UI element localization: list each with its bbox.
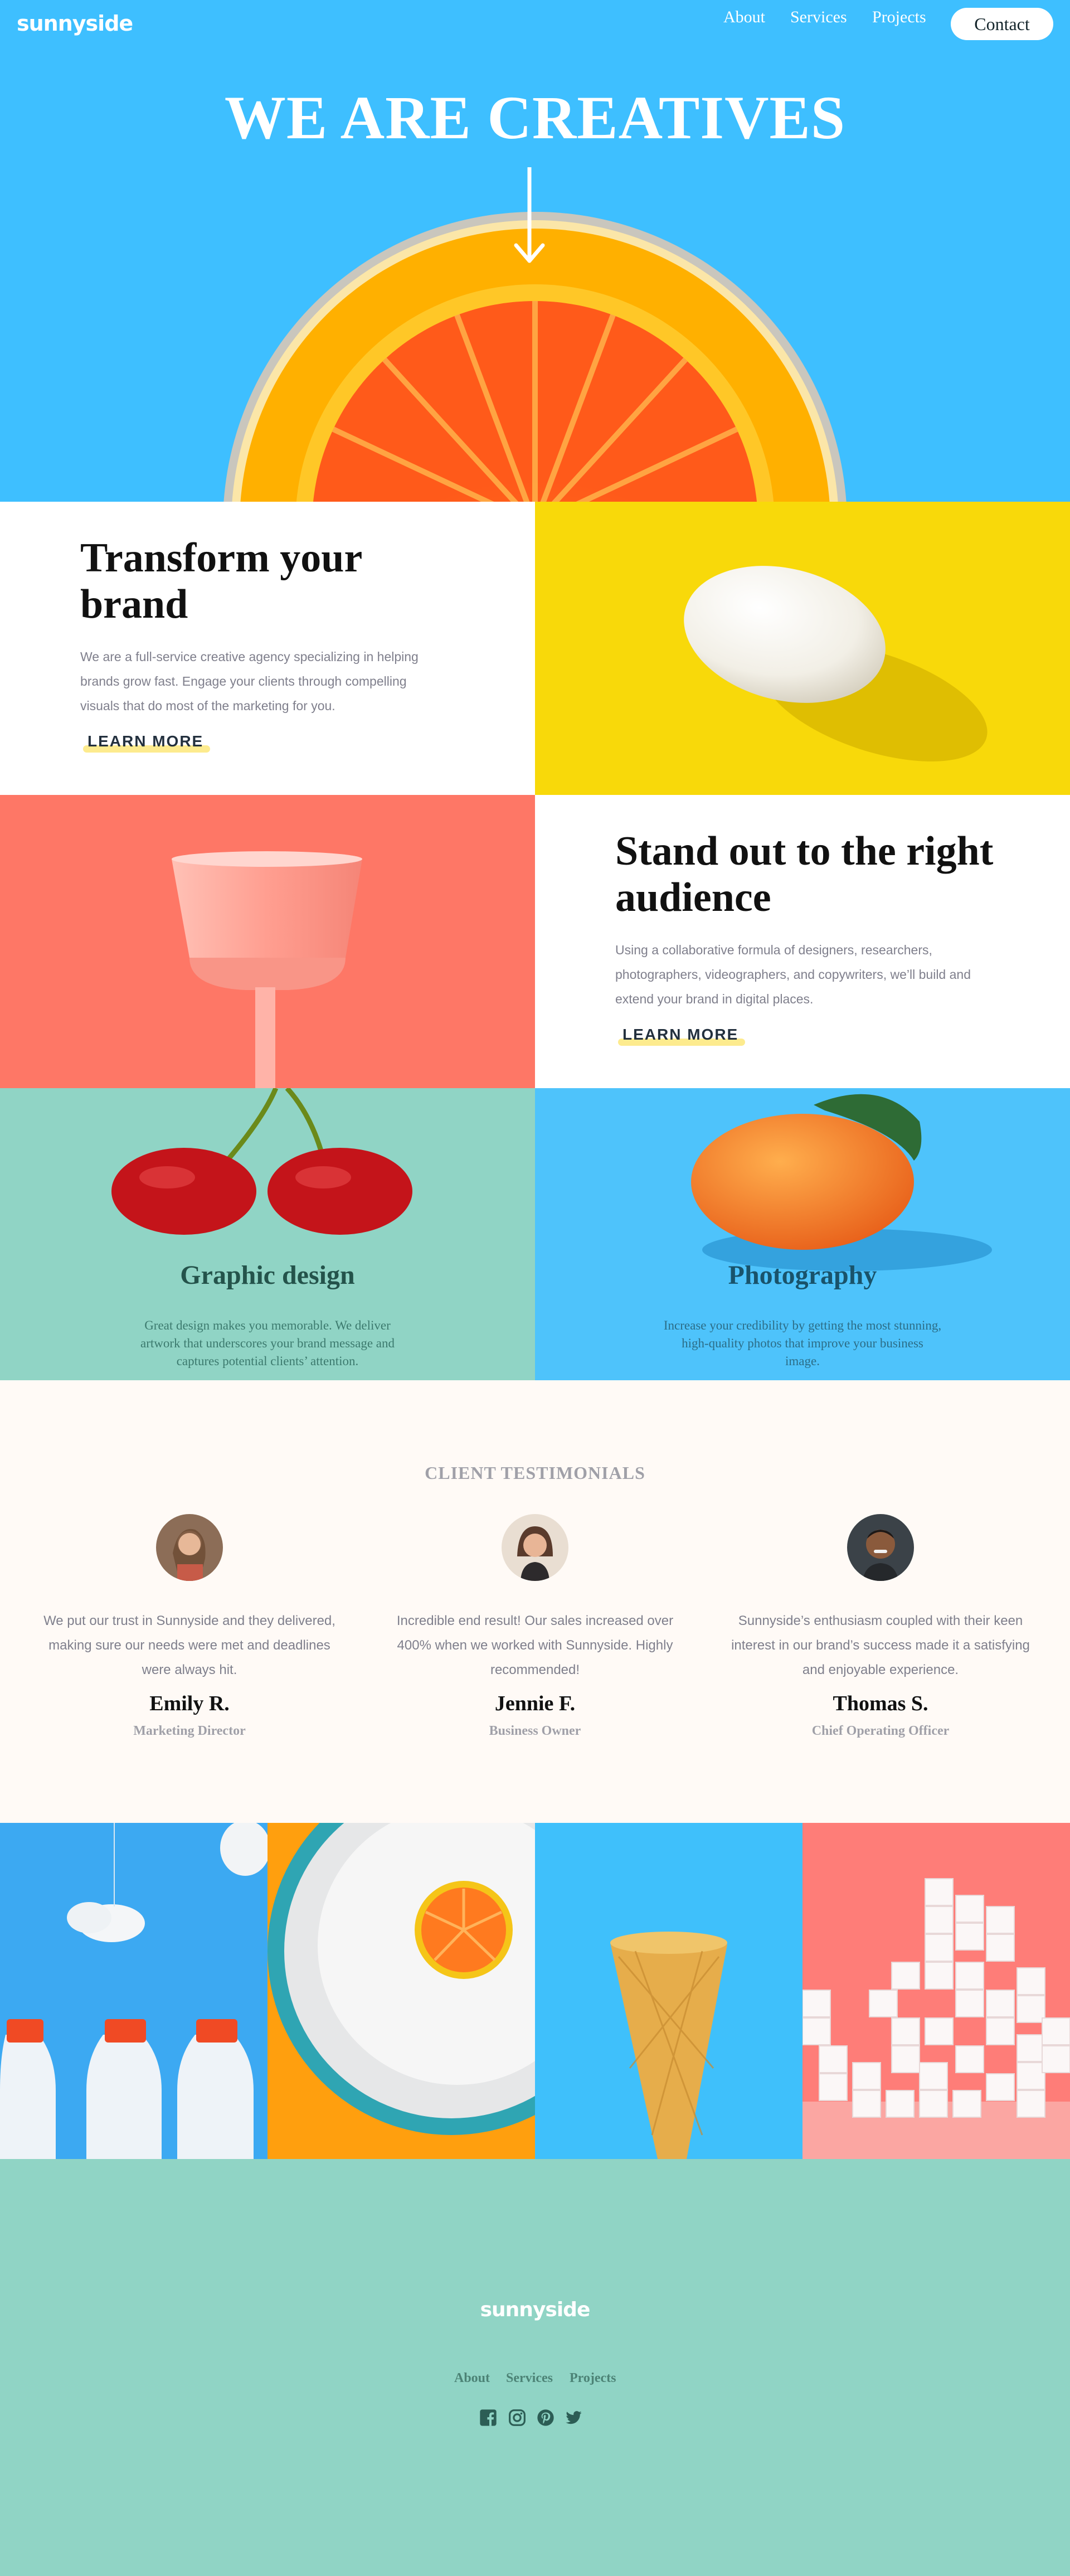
feature-standout-text: Stand out to the right audience Using a … (535, 795, 1070, 1088)
gallery-ice-cream-cone (535, 1823, 802, 2159)
arrow-down-icon[interactable] (513, 167, 546, 268)
testimonial-role: Chief Operating Officer (811, 1724, 950, 1738)
testimonials-heading: CLIENT TESTIMONIALS (425, 1463, 645, 1483)
nav-about[interactable]: About (723, 8, 765, 27)
testimonial-name: Jennie F. (494, 1692, 576, 1715)
footer-link-about[interactable]: About (454, 2371, 490, 2386)
service-photography: Photography Increase your credibility by… (535, 1088, 1070, 1381)
testimonial-quote: Sunnyside’s enthusiasm coupled with thei… (731, 1613, 1030, 1677)
gallery-sugar-cubes (802, 1823, 1070, 2159)
testimonial-name: Thomas S. (833, 1692, 928, 1715)
feature-title-line2: brand (80, 581, 188, 627)
gallery-orange-plate (268, 1823, 535, 2159)
learn-more-label[interactable]: LEARN MORE (622, 1026, 738, 1043)
site-logo[interactable]: sunnyside (17, 11, 133, 36)
learn-more-link[interactable]: LEARN MORE (618, 1026, 745, 1046)
avatar (156, 1514, 223, 1581)
footer-link-services[interactable]: Services (506, 2371, 553, 2386)
testimonial-role: Business Owner (489, 1724, 581, 1738)
facebook-icon[interactable] (479, 2409, 497, 2427)
avatar (847, 1514, 914, 1581)
testimonial-role: Marketing Director (133, 1724, 246, 1738)
learn-more-link[interactable]: LEARN MORE (83, 732, 210, 753)
learn-more-label[interactable]: LEARN MORE (87, 732, 203, 750)
twitter-icon[interactable] (565, 2409, 582, 2427)
milk-bottles-image (0, 1823, 268, 2159)
gallery-milk-bottles (0, 1823, 268, 2159)
nav-projects[interactable]: Projects (872, 8, 926, 27)
feature-title-line1: Transform your (80, 535, 363, 581)
feature-title-line1: Stand out to the right (615, 828, 994, 874)
feature-body: We are a full-service creative agency sp… (80, 649, 419, 713)
egg-illustration (684, 566, 988, 761)
feature-title: Stand out to the right audience (615, 828, 993, 921)
service-title: Graphic design (180, 1260, 355, 1290)
glass-image (0, 795, 535, 1088)
ice-cream-cone-image (535, 1823, 802, 2159)
feature-body: Using a collaborative formula of designe… (615, 943, 971, 1006)
feature-transform-text: Transform your brand We are a full-servi… (0, 502, 535, 795)
service-title: Photography (728, 1260, 877, 1290)
feature-title: Transform your brand (80, 535, 362, 628)
feature-title-line2: audience (615, 874, 771, 920)
instagram-icon[interactable] (508, 2409, 526, 2427)
egg-image (535, 502, 1070, 795)
service-body: Increase your credibility by getting the… (663, 1318, 942, 1368)
testimonials-section: CLIENT TESTIMONIALS We put our trust in … (0, 1380, 1070, 1823)
footer-logo[interactable]: sunnyside (0, 2298, 1070, 2321)
site-footer: sunnyside About Services Projects (0, 2159, 1070, 2576)
orange-on-plate-image (268, 1823, 535, 2159)
pink-glass-illustration (172, 851, 362, 1088)
avatar (502, 1514, 568, 1581)
hero-title: WE ARE CREATIVES (224, 84, 846, 152)
nav-services[interactable]: Services (790, 8, 847, 27)
hero-section: sunnyside About Services Projects Contac… (0, 0, 1070, 502)
footer-link-projects[interactable]: Projects (570, 2371, 616, 2386)
testimonial-quote: Incredible end result! Our sales increas… (396, 1613, 674, 1677)
service-body: Great design makes you memorable. We del… (140, 1318, 395, 1368)
testimonial-name: Emily R. (149, 1692, 230, 1715)
testimonial-quote: We put our trust in Sunnyside and they d… (43, 1613, 335, 1677)
contact-button[interactable]: Contact (951, 8, 1053, 40)
service-graphic-design: Graphic design Great design makes you me… (0, 1088, 535, 1381)
pinterest-icon[interactable] (537, 2409, 555, 2427)
sugar-cubes-image (802, 1823, 1070, 2159)
